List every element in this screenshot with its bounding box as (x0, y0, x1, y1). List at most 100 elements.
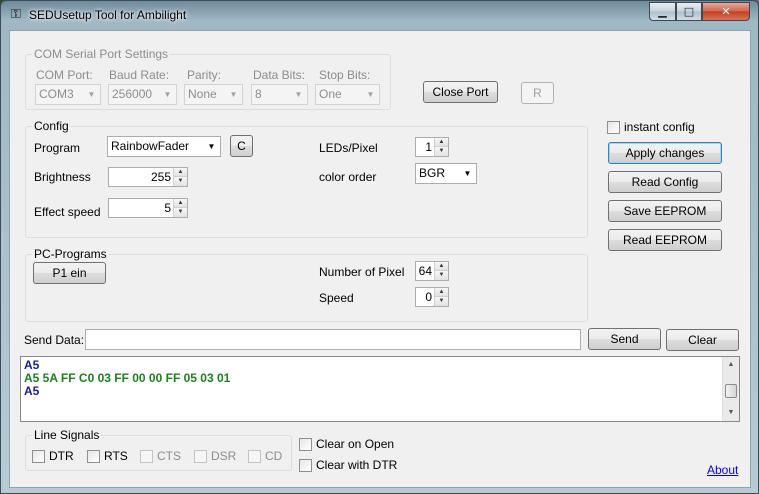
cd-label: CD (265, 449, 283, 463)
output-log[interactable]: A5 A5 5A FF C0 03 FF 00 00 FF 05 03 01 A… (20, 356, 740, 422)
com-port-value: COM3 (39, 87, 74, 101)
minimize-button[interactable]: ▁ (649, 2, 676, 21)
chevron-down-icon: ▼ (229, 90, 238, 99)
cts-checkbox[interactable] (140, 450, 153, 463)
p1-ein-button[interactable]: P1 ein (33, 262, 106, 284)
speed-label: Speed (319, 291, 354, 305)
maximize-button[interactable]: □ (676, 2, 702, 21)
clear-with-dtr-checkbox[interactable] (299, 459, 312, 472)
send-button[interactable]: Send (588, 328, 661, 350)
read-config-button[interactable]: Read Config (608, 171, 722, 193)
dsr-checkbox[interactable] (194, 450, 207, 463)
spin-down-icon[interactable]: ▼ (173, 177, 187, 186)
apply-changes-button[interactable]: Apply changes (608, 142, 722, 164)
baud-rate-value: 256000 (112, 87, 153, 101)
send-data-input[interactable] (85, 329, 581, 350)
effect-speed-label: Effect speed (34, 205, 101, 219)
speed-value: 0 (425, 290, 432, 304)
rts-checkbox[interactable] (87, 450, 100, 463)
r-button[interactable]: R (521, 82, 554, 104)
config-legend: Config (32, 119, 71, 133)
pc-programs-legend: PC-Programs (32, 247, 109, 261)
spin-up-icon[interactable]: ▲ (173, 168, 187, 177)
rts-label: RTS (104, 449, 128, 463)
chevron-down-icon: ▼ (463, 169, 472, 178)
instant-config-label: instant config (624, 120, 695, 134)
line-signals-legend: Line Signals (32, 428, 102, 442)
stop-bits-select[interactable]: One ▼ (315, 84, 380, 105)
app-icon: ⚿ (11, 7, 21, 22)
brightness-value: 255 (150, 170, 171, 184)
about-link[interactable]: About (707, 463, 738, 477)
baud-rate-label: Baud Rate: (109, 68, 170, 82)
color-order-label: color order (319, 170, 377, 184)
cd-checkbox[interactable] (248, 450, 261, 463)
com-port-select[interactable]: COM3 ▼ (35, 84, 101, 105)
spin-down-icon[interactable]: ▼ (434, 297, 448, 306)
effect-speed-value: 5 (164, 201, 171, 215)
spin-down-icon[interactable]: ▼ (434, 147, 448, 156)
data-bits-value: 8 (255, 87, 262, 101)
leds-pixel-value: 1 (425, 140, 432, 154)
spin-down-icon[interactable]: ▼ (434, 271, 448, 280)
dsr-label: DSR (211, 449, 237, 463)
output-line: A5 (24, 384, 40, 398)
scroll-up-icon[interactable]: ▲ (723, 357, 739, 373)
scroll-down-icon[interactable]: ▼ (723, 405, 739, 421)
program-value: RainbowFader (111, 139, 190, 153)
close-port-button[interactable]: Close Port (423, 81, 498, 103)
dtr-label: DTR (49, 449, 74, 463)
spin-up-icon[interactable]: ▲ (434, 138, 448, 147)
dtr-checkbox[interactable] (32, 450, 45, 463)
stop-bits-value: One (319, 87, 342, 101)
line-signals-group: Line Signals DTR RTS CTS DSR CD (25, 428, 292, 471)
send-data-label: Send Data: (24, 333, 85, 347)
save-eeprom-button[interactable]: Save EEPROM (608, 200, 722, 222)
read-eeprom-button[interactable]: Read EEPROM (608, 229, 722, 251)
parity-value: None (188, 87, 217, 101)
close-window-button[interactable]: ✕ (702, 2, 750, 21)
parity-label: Parity: (187, 68, 222, 82)
client-area: COM Serial Port Settings COM Port: COM3 … (9, 30, 751, 488)
clear-button[interactable]: Clear (666, 329, 739, 351)
data-bits-select[interactable]: 8 ▼ (251, 84, 308, 105)
window-frame: ⚿ SEDUsetup Tool for Ambilight ▁ □ ✕ COM… (0, 0, 759, 494)
leds-pixel-label: LEDs/Pixel (319, 141, 378, 155)
color-order-value: BGR (419, 166, 446, 180)
brightness-label: Brightness (34, 170, 91, 184)
title-bar[interactable]: ⚿ SEDUsetup Tool for Ambilight ▁ □ ✕ (1, 1, 758, 29)
stop-bits-label: Stop Bits: (319, 68, 371, 82)
data-bits-label: Data Bits: (253, 68, 306, 82)
program-select[interactable]: RainbowFader ▼ (107, 136, 221, 157)
com-settings-group: COM Serial Port Settings COM Port: COM3 … (25, 47, 391, 110)
chevron-down-icon: ▼ (207, 142, 216, 151)
clear-with-dtr-label: Clear with DTR (316, 458, 398, 472)
spin-up-icon[interactable]: ▲ (173, 199, 187, 208)
vertical-scrollbar[interactable]: ▲ ▼ (722, 357, 739, 421)
effect-speed-spinner[interactable]: 5 ▲ ▼ (108, 198, 188, 218)
number-of-pixel-spinner[interactable]: 64 ▲ ▼ (415, 261, 449, 281)
number-of-pixel-label: Number of Pixel (319, 265, 405, 279)
c-button[interactable]: C (230, 135, 253, 157)
instant-config-checkbox[interactable] (607, 121, 620, 134)
chevron-down-icon: ▼ (294, 90, 303, 99)
chevron-down-icon: ▼ (87, 90, 96, 99)
clear-on-open-label: Clear on Open (316, 437, 395, 451)
parity-select[interactable]: None ▼ (184, 84, 243, 105)
speed-spinner[interactable]: 0 ▲ ▼ (415, 287, 449, 307)
spin-down-icon[interactable]: ▼ (173, 208, 187, 217)
chevron-down-icon: ▼ (366, 90, 375, 99)
chevron-down-icon: ▼ (163, 90, 172, 99)
brightness-spinner[interactable]: 255 ▲ ▼ (108, 167, 188, 187)
pc-programs-group: PC-Programs P1 ein Number of Pixel 64 ▲ … (25, 247, 588, 322)
number-of-pixel-value: 64 (418, 264, 432, 278)
color-order-select[interactable]: BGR ▼ (415, 163, 477, 184)
com-port-label: COM Port: (36, 68, 93, 82)
spin-up-icon[interactable]: ▲ (434, 288, 448, 297)
cts-label: CTS (157, 449, 181, 463)
scroll-thumb[interactable] (725, 384, 737, 398)
spin-up-icon[interactable]: ▲ (434, 262, 448, 271)
baud-rate-select[interactable]: 256000 ▼ (108, 84, 177, 105)
leds-pixel-spinner[interactable]: 1 ▲ ▼ (415, 137, 449, 157)
clear-on-open-checkbox[interactable] (299, 438, 312, 451)
